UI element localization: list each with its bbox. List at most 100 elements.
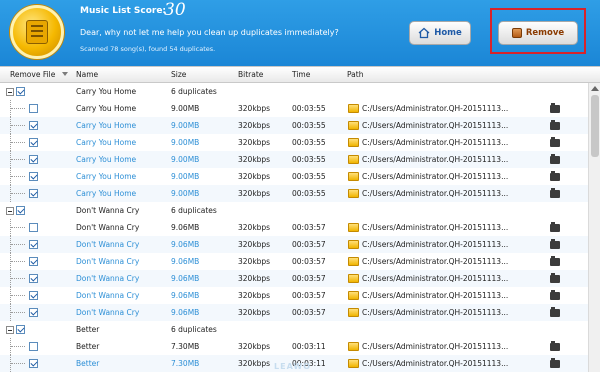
table-row[interactable]: Don't Wanna Cry 9.06MB 320kbps 00:03:57 C:/U…	[0, 287, 588, 304]
table-row[interactable]: Carry You Home 9.00MB 320kbps 00:03:55 C:/Us…	[0, 185, 588, 202]
open-folder-icon[interactable]	[550, 290, 560, 300]
table-body: Carry You Home 6 duplicates Carry You Home…	[0, 83, 588, 372]
remove-checkbox[interactable]	[29, 240, 38, 249]
group-row[interactable]: Carry You Home 6 duplicates	[0, 83, 588, 100]
group-checkbox[interactable]	[16, 325, 25, 334]
folder-icon	[348, 223, 359, 232]
duration: 00:03:57	[292, 257, 326, 266]
folder-icon	[348, 257, 359, 266]
remove-checkbox[interactable]	[29, 274, 38, 283]
table-row[interactable]: Don't Wanna Cry 9.06MB 320kbps 00:03:57 C:/U…	[0, 236, 588, 253]
bitrate: 320kbps	[238, 172, 271, 181]
tree-branch	[11, 295, 25, 296]
open-folder-icon[interactable]	[550, 273, 560, 283]
song-name: Better	[76, 342, 100, 351]
scan-summary: Scanned 78 song(s), found 54 duplicates.	[80, 45, 216, 53]
table-row[interactable]: Carry You Home 9.00MB 320kbps 00:03:55 C:/Us…	[0, 100, 588, 117]
tree-branch	[11, 125, 25, 126]
table-row[interactable]: Don't Wanna Cry 9.06MB 320kbps 00:03:57 C:/U…	[0, 304, 588, 321]
tree-branch	[11, 193, 25, 194]
remove-checkbox[interactable]	[29, 121, 38, 130]
tree-branch	[11, 244, 25, 245]
table-row[interactable]: Don't Wanna Cry 9.06MB 320kbps 00:03:57 C:/U…	[0, 270, 588, 287]
remove-checkbox[interactable]	[29, 189, 38, 198]
col-path[interactable]: Path	[347, 70, 363, 79]
scroll-thumb[interactable]	[591, 95, 599, 157]
bitrate: 320kbps	[238, 257, 271, 266]
collapse-toggle-icon[interactable]	[6, 88, 14, 96]
duration: 00:03:11	[292, 342, 326, 351]
remove-checkbox[interactable]	[29, 223, 38, 232]
group-checkbox[interactable]	[16, 206, 25, 215]
remove-checkbox[interactable]	[29, 359, 38, 368]
song-name: Carry You Home	[76, 121, 137, 130]
song-name: Better	[76, 359, 100, 368]
table-row[interactable]: Carry You Home 9.00MB 320kbps 00:03:55 C:/Us…	[0, 117, 588, 134]
folder-icon	[348, 138, 359, 147]
scroll-up-icon[interactable]	[591, 86, 599, 91]
remove-checkbox[interactable]	[29, 342, 38, 351]
open-folder-icon[interactable]	[550, 120, 560, 130]
open-folder-icon[interactable]	[550, 171, 560, 181]
app-logo-icon	[10, 5, 64, 59]
home-button[interactable]: Home	[409, 21, 471, 45]
sort-arrow-icon[interactable]	[62, 72, 68, 76]
remove-checkbox[interactable]	[29, 308, 38, 317]
song-name: Carry You Home	[76, 155, 137, 164]
file-path: C:/Users/Administrator.QH-20151113...	[362, 138, 509, 147]
song-name: Carry You Home	[76, 138, 137, 147]
group-checkbox[interactable]	[16, 87, 25, 96]
score-value: 30	[164, 0, 186, 20]
open-folder-icon[interactable]	[550, 307, 560, 317]
remove-checkbox[interactable]	[29, 291, 38, 300]
remove-checkbox[interactable]	[29, 172, 38, 181]
table-row[interactable]: Don't Wanna Cry 9.06MB 320kbps 00:03:57 C:/U…	[0, 219, 588, 236]
folder-icon	[348, 155, 359, 164]
tree-branch	[11, 346, 25, 347]
group-row[interactable]: Better 6 duplicates	[0, 321, 588, 338]
duration: 00:03:57	[292, 308, 326, 317]
col-bitrate[interactable]: Bitrate	[238, 70, 263, 79]
col-name[interactable]: Name	[76, 70, 98, 79]
open-folder-icon[interactable]	[550, 103, 560, 113]
remove-checkbox[interactable]	[29, 257, 38, 266]
open-folder-icon[interactable]	[550, 358, 560, 368]
file-size: 9.06MB	[171, 308, 200, 317]
table-row[interactable]: Carry You Home 9.00MB 320kbps 00:03:55 C:/Us…	[0, 134, 588, 151]
song-name: Don't Wanna Cry	[76, 223, 140, 232]
duration: 00:03:57	[292, 274, 326, 283]
group-row[interactable]: Don't Wanna Cry 6 duplicates	[0, 202, 588, 219]
open-folder-icon[interactable]	[550, 154, 560, 164]
file-path: C:/Users/Administrator.QH-20151113...	[362, 104, 509, 113]
bitrate: 320kbps	[238, 104, 271, 113]
tree-branch	[11, 312, 25, 313]
table-row[interactable]: Don't Wanna Cry 9.06MB 320kbps 00:03:57 C:/U…	[0, 253, 588, 270]
file-size: 9.00MB	[171, 189, 200, 198]
tree-branch	[11, 142, 25, 143]
duration: 00:03:57	[292, 291, 326, 300]
open-folder-icon[interactable]	[550, 137, 560, 147]
open-folder-icon[interactable]	[550, 341, 560, 351]
cleanup-message: Dear, why not let me help you clean up d…	[80, 28, 339, 37]
collapse-toggle-icon[interactable]	[6, 326, 14, 334]
open-folder-icon[interactable]	[550, 222, 560, 232]
table-row[interactable]: Better 7.30MB 320kbps 00:03:11 C:/Users/Admi…	[0, 338, 588, 355]
table-row[interactable]: Carry You Home 9.00MB 320kbps 00:03:55 C:/Us…	[0, 168, 588, 185]
file-size: 9.00MB	[171, 138, 200, 147]
remove-checkbox[interactable]	[29, 155, 38, 164]
collapse-toggle-icon[interactable]	[6, 207, 14, 215]
col-time[interactable]: Time	[292, 70, 310, 79]
tree-branch	[11, 261, 25, 262]
remove-checkbox[interactable]	[29, 104, 38, 113]
col-remove-file[interactable]: Remove File	[10, 70, 55, 79]
vertical-scrollbar[interactable]	[588, 83, 600, 372]
col-size[interactable]: Size	[171, 70, 186, 79]
group-duplicate-count: 6 duplicates	[171, 87, 217, 96]
table-row[interactable]: Carry You Home 9.00MB 320kbps 00:03:55 C:/Us…	[0, 151, 588, 168]
home-icon	[418, 27, 430, 39]
remove-button[interactable]: Remove	[498, 21, 578, 45]
open-folder-icon[interactable]	[550, 239, 560, 249]
open-folder-icon[interactable]	[550, 188, 560, 198]
open-folder-icon[interactable]	[550, 256, 560, 266]
remove-checkbox[interactable]	[29, 138, 38, 147]
